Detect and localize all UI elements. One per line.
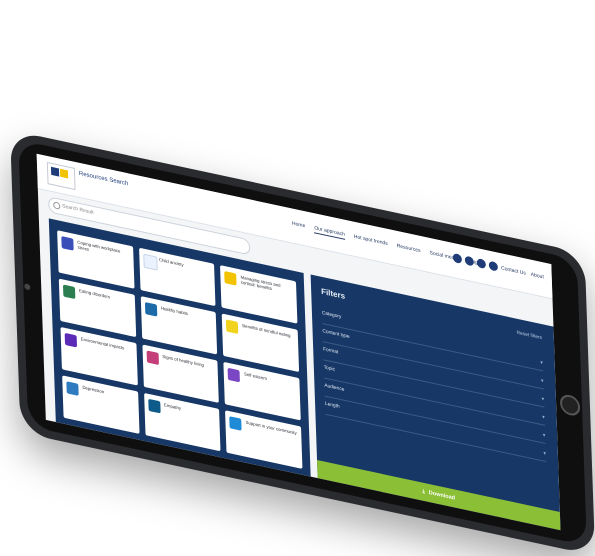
filter-label: Content type (322, 329, 350, 340)
card-icon (226, 319, 239, 335)
tablet-screen: Resources Search Home Our approach Hot s… (36, 153, 561, 531)
card-icon (62, 284, 76, 300)
card-title: Signs of healthy living (162, 353, 204, 368)
filter-label: Length (324, 401, 340, 410)
card-title: Child anxiety (158, 256, 184, 268)
logo-mark-yellow (59, 168, 69, 179)
card-icon (227, 367, 241, 383)
filter-label: Format (323, 347, 339, 356)
card-icon (66, 381, 79, 396)
result-card-10[interactable]: Depression (62, 375, 140, 434)
result-card-11[interactable]: Empathy (143, 392, 221, 452)
chevron-down-icon: ▾ (540, 377, 544, 385)
nav-item-hot-spot-trends[interactable]: Hot spot trends (354, 234, 388, 249)
contact-link[interactable]: Contact Us (501, 265, 526, 276)
filters-title: Filters (320, 286, 346, 301)
card-title: Healthy habits (160, 305, 188, 317)
card-title: Benefits of mindful eating (242, 322, 291, 339)
search-placeholder: Search Result (62, 203, 94, 216)
chevron-down-icon: ▾ (541, 396, 545, 403)
chevron-down-icon: ▾ (542, 432, 546, 439)
card-title: Support in your community (245, 419, 297, 436)
card-icon (144, 301, 157, 317)
filter-label: Topic (323, 365, 336, 373)
card-title: Depression (82, 384, 105, 395)
app-title: Resources Search (78, 170, 129, 188)
nav-item-our-approach[interactable]: Our approach (314, 225, 346, 240)
about-link[interactable]: About (531, 272, 544, 281)
tablet-device: Resources Search Home Our approach Hot s… (10, 130, 595, 556)
download-icon: ⤓ (422, 488, 425, 495)
card-icon (64, 332, 78, 348)
result-card-12[interactable]: Support in your community (225, 410, 303, 469)
card-title: Self-esteem (243, 371, 267, 382)
card-icon (147, 398, 161, 414)
card-title: Eating disorders (78, 287, 111, 300)
app-logo (46, 161, 76, 191)
download-label: Download (428, 489, 456, 502)
social-icon-1[interactable] (452, 252, 463, 264)
card-icon (61, 236, 74, 251)
nav-item-resources[interactable]: Resources (397, 243, 421, 256)
social-icon-2[interactable] (464, 255, 475, 267)
chevron-down-icon: ▾ (543, 450, 547, 458)
nav-item-home[interactable]: Home (292, 220, 306, 231)
filter-label: Audience (324, 383, 345, 393)
card-icon (229, 416, 242, 431)
social-icon-4[interactable] (488, 260, 498, 272)
chevron-down-icon: ▾ (540, 359, 543, 367)
stage: Resources Search Home Our approach Hot s… (0, 0, 595, 556)
card-icon (146, 350, 159, 365)
filter-label: Category (321, 310, 342, 321)
chevron-down-icon: ▾ (542, 414, 545, 421)
card-title: Environmental impacts (80, 336, 125, 351)
logo-mark-blue (50, 166, 60, 177)
social-icons (452, 252, 498, 272)
reset-filters-link[interactable]: Reset filters (517, 331, 542, 341)
social-icon-3[interactable] (476, 258, 487, 270)
card-title: Managing stress and cortisol: benefits (240, 274, 281, 292)
search-icon (53, 201, 61, 210)
card-title: Empathy (163, 402, 182, 411)
card-title: Coping with workplace stress (77, 239, 121, 254)
card-icon (224, 271, 237, 286)
card-icon (142, 253, 158, 271)
